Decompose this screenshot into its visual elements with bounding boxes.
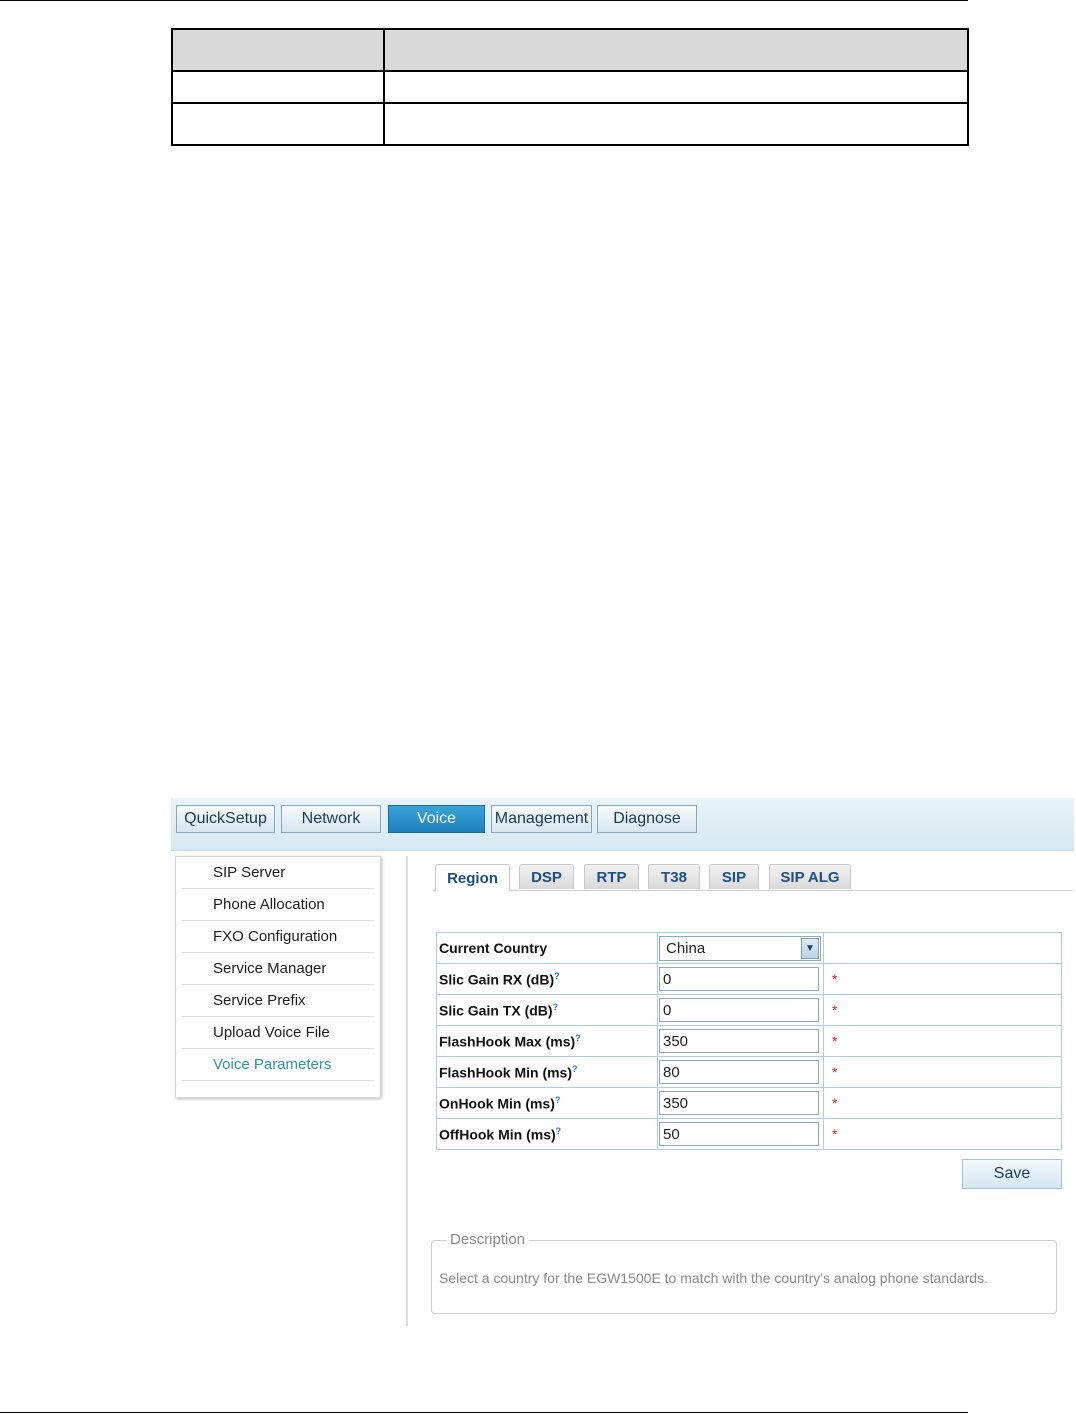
help-icon[interactable]: ? (556, 1126, 562, 1136)
sidebar-item-voice-parameters[interactable]: Voice Parameters (182, 1050, 374, 1081)
onhook-min-label: OnHook Min (ms) (439, 1095, 555, 1112)
footer-rule (0, 1412, 968, 1413)
sidebar-item-service-manager[interactable]: Service Manager (182, 954, 374, 985)
table-cell (383, 102, 969, 146)
document-table (171, 28, 969, 146)
required-marker: * (823, 994, 1062, 1026)
nav-diagnose[interactable]: Diagnose (597, 805, 697, 833)
field-label: OffHook Min (ms)? (436, 1118, 658, 1150)
slic-gain-rx-label: Slic Gain RX (dB) (439, 971, 555, 988)
chevron-down-icon[interactable]: ▼ (801, 937, 819, 959)
country-select[interactable]: China ▼ (659, 935, 821, 961)
tab-t38[interactable]: T38 (648, 864, 700, 889)
tab-dsp[interactable]: DSP (519, 864, 574, 889)
required-marker: * (823, 1056, 1062, 1088)
sidebar-item-fxo-configuration[interactable]: FXO Configuration (182, 922, 374, 953)
sidebar-item-service-prefix[interactable]: Service Prefix (182, 986, 374, 1017)
required-marker: * (823, 1087, 1062, 1119)
description-text: Select a country for the EGW1500E to mat… (439, 1270, 988, 1286)
slic-gain-tx-label: Slic Gain TX (dB) (439, 1002, 553, 1019)
table-cell (171, 70, 385, 104)
sidebar-item-sip-server[interactable]: SIP Server (182, 858, 374, 889)
region-form: Current Country China ▼ Slic Gain RX (dB… (436, 932, 1062, 1150)
flashhook-min-input[interactable]: 80 (659, 1060, 819, 1084)
tab-sip[interactable]: SIP (709, 864, 759, 889)
offhook-min-input[interactable]: 50 (659, 1122, 819, 1146)
onhook-min-input[interactable]: 350 (659, 1091, 819, 1115)
sidebar-item-phone-allocation[interactable]: Phone Allocation (182, 890, 374, 921)
field-label: Slic Gain TX (dB)? (436, 994, 658, 1026)
required-marker: * (823, 1025, 1062, 1057)
header-rule (0, 0, 968, 1)
content-divider (406, 856, 408, 1326)
table-header-cell (171, 28, 385, 72)
required-marker: * (823, 963, 1062, 995)
table-cell (171, 102, 385, 146)
required-marker: * (823, 1118, 1062, 1150)
save-button[interactable]: Save (962, 1159, 1062, 1189)
field-label: FlashHook Max (ms)? (436, 1025, 658, 1057)
description-box: Description Select a country for the EGW… (431, 1231, 1057, 1314)
tab-region[interactable]: Region (435, 864, 510, 891)
help-icon[interactable]: ? (553, 1002, 559, 1012)
country-value: China (666, 939, 706, 957)
help-icon[interactable]: ? (554, 971, 560, 981)
flashhook-max-label: FlashHook Max (ms) (439, 1033, 576, 1050)
table-header-cell (383, 28, 969, 72)
table-cell (383, 70, 969, 104)
sidebar: SIP Server Phone Allocation FXO Configur… (175, 856, 381, 1098)
sidebar-item-upload-voice-file[interactable]: Upload Voice File (182, 1018, 374, 1049)
country-label: Current Country (436, 932, 658, 964)
nav-quicksetup[interactable]: QuickSetup (176, 805, 275, 833)
tab-sip-alg[interactable]: SIP ALG (769, 864, 851, 889)
field-label: FlashHook Min (ms)? (436, 1056, 658, 1088)
nav-voice[interactable]: Voice (388, 805, 485, 833)
slic-gain-tx-input[interactable]: 0 (659, 998, 819, 1022)
slic-gain-rx-input[interactable]: 0 (659, 967, 819, 991)
help-icon[interactable]: ? (555, 1095, 561, 1105)
flashhook-max-input[interactable]: 350 (659, 1029, 819, 1053)
help-icon[interactable]: ? (575, 1033, 581, 1043)
voice-parameters-screenshot: QuickSetup Network Voice Management Diag… (171, 798, 1076, 1328)
description-title: Description (446, 1231, 530, 1248)
field-label: OnHook Min (ms)? (436, 1087, 658, 1119)
empty-cell (823, 932, 1062, 964)
field-label: Slic Gain RX (dB)? (436, 963, 658, 995)
tab-rtp[interactable]: RTP (584, 864, 639, 889)
tab-bar: Region DSP RTP T38 SIP SIP ALG (433, 864, 1073, 891)
top-nav: QuickSetup Network Voice Management Diag… (171, 798, 1074, 851)
help-icon[interactable]: ? (572, 1064, 578, 1074)
offhook-min-label: OffHook Min (ms) (439, 1126, 556, 1143)
nav-network[interactable]: Network (281, 805, 381, 833)
nav-management[interactable]: Management (491, 805, 592, 833)
flashhook-min-label: FlashHook Min (ms) (439, 1064, 573, 1081)
